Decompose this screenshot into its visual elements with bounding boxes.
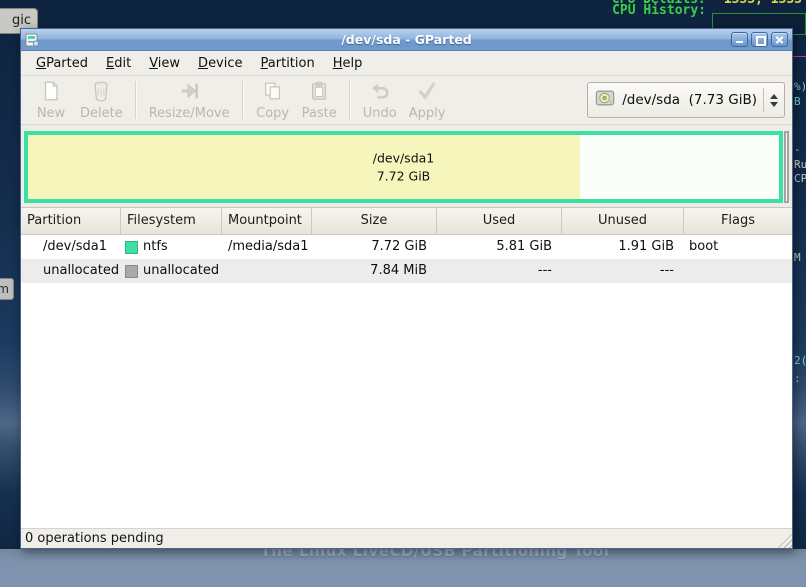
toolbar-separator <box>135 81 137 119</box>
copy-icon <box>262 80 284 106</box>
menu-view[interactable]: View <box>140 53 189 74</box>
new-button[interactable]: New <box>28 79 74 122</box>
maximize-button[interactable] <box>751 32 768 47</box>
window-title: /dev/sda - GParted <box>21 32 792 47</box>
menu-gparted[interactable]: GParted <box>27 53 97 74</box>
wallpaper-caption: The Linux LiveCD/USB Partitioning Tool <box>261 549 610 560</box>
new-button-label: New <box>37 106 65 121</box>
menu-edit[interactable]: Edit <box>97 53 140 74</box>
paste-button-label: Paste <box>302 106 337 121</box>
conky-fragment: Ru <box>794 158 806 171</box>
column-header-filesystem[interactable]: Filesystem <box>121 208 222 234</box>
filesystem-name: ntfs <box>143 235 168 259</box>
cell-filesystem: ntfs <box>121 235 222 259</box>
partition-table: Partition Filesystem Mountpoint Size Use… <box>21 207 792 528</box>
device-selector-spinner <box>763 88 778 112</box>
toolbar-separator <box>349 81 351 119</box>
device-selector[interactable]: /dev/sda (7.73 GiB) <box>587 82 785 118</box>
cell-unused: --- <box>562 259 684 283</box>
wallpaper-band: The Linux LiveCD/USB Partitioning Tool <box>0 549 806 587</box>
conky-fragment: M <box>794 251 801 264</box>
gparted-window: /dev/sda - GParted GParted Edit View Dev… <box>20 28 793 549</box>
table-row[interactable]: unallocated unallocated 7.84 MiB --- --- <box>21 259 792 283</box>
undo-button-label: Undo <box>363 106 397 121</box>
partition-visual-bar[interactable]: /dev/sda1 7.72 GiB <box>24 131 783 203</box>
cell-size: 7.72 GiB <box>312 235 437 259</box>
column-header-mountpoint[interactable]: Mountpoint <box>222 208 312 234</box>
resize-move-icon <box>178 80 200 106</box>
menu-help[interactable]: Help <box>324 53 372 74</box>
menu-device[interactable]: Device <box>189 53 251 74</box>
cell-partition: unallocated <box>21 259 121 283</box>
cell-unused: 1.91 GiB <box>562 235 684 259</box>
conky-fragment: %) <box>794 80 806 93</box>
undo-icon <box>369 80 391 106</box>
undo-button[interactable]: Undo <box>357 79 403 122</box>
cell-used: 5.81 GiB <box>437 235 562 259</box>
cpu-history-label: CPU History: <box>612 3 706 18</box>
cell-filesystem: unallocated <box>121 259 222 283</box>
column-header-flags[interactable]: Flags <box>684 208 792 234</box>
statusbar: 0 operations pending <box>21 528 792 548</box>
conky-fragment: 2( <box>794 354 806 367</box>
cell-mountpoint: /media/sda1 <box>222 235 312 259</box>
background-window-tab-small[interactable]: m <box>0 278 14 300</box>
unallocated-sliver[interactable] <box>784 131 789 203</box>
toolbar-separator <box>242 81 244 119</box>
chevron-down-icon <box>770 102 778 107</box>
partition-visual-area: /dev/sda1 7.72 GiB <box>21 125 792 207</box>
copy-button[interactable]: Copy <box>250 79 296 122</box>
column-header-size[interactable]: Size <box>312 208 437 234</box>
table-row[interactable]: /dev/sda1 ntfs /media/sda1 7.72 GiB 5.81… <box>21 235 792 259</box>
device-selector-value: /dev/sda (7.73 GiB) <box>622 92 757 108</box>
cell-size: 7.84 MiB <box>312 259 437 283</box>
apply-button[interactable]: Apply <box>403 79 452 122</box>
toolbar: New Delete Resize/Move Copy Paste Undo A… <box>21 76 792 125</box>
column-header-unused[interactable]: Unused <box>562 208 684 234</box>
cell-partition: /dev/sda1 <box>21 235 121 259</box>
chevron-up-icon <box>770 94 778 99</box>
partition-visual-name: /dev/sda1 <box>28 150 779 168</box>
apply-button-label: Apply <box>409 106 446 121</box>
minimize-button[interactable] <box>731 32 748 47</box>
conky-fragment: : <box>794 372 801 385</box>
titlebar[interactable]: /dev/sda - GParted <box>21 29 792 51</box>
column-header-partition[interactable]: Partition <box>21 208 121 234</box>
column-header-used[interactable]: Used <box>437 208 562 234</box>
operations-pending-text: 0 operations pending <box>25 531 164 546</box>
cell-used: --- <box>437 259 562 283</box>
new-document-icon <box>40 80 62 106</box>
conky-right-strip: %) B -- Ru CP M 2( : <box>793 0 806 549</box>
table-empty-area <box>21 283 792 528</box>
disk-drive-icon <box>594 87 616 113</box>
delete-button[interactable]: Delete <box>74 79 129 122</box>
cell-flags: boot <box>684 235 792 259</box>
paste-button[interactable]: Paste <box>296 79 343 122</box>
menu-partition[interactable]: Partition <box>252 53 324 74</box>
partition-visual-size: 7.72 GiB <box>28 167 779 185</box>
resize-move-button-label: Resize/Move <box>149 106 230 121</box>
menubar: GParted Edit View Device Partition Help <box>21 51 792 76</box>
close-button[interactable] <box>771 32 788 47</box>
apply-check-icon <box>416 80 438 106</box>
delete-trash-icon <box>90 80 112 106</box>
table-header: Partition Filesystem Mountpoint Size Use… <box>21 208 792 235</box>
conky-partial-values: 1333, 1333 <box>724 0 802 7</box>
window-controls <box>731 32 788 47</box>
filesystem-name: unallocated <box>143 259 219 283</box>
paste-icon <box>308 80 330 106</box>
resize-move-button[interactable]: Resize/Move <box>143 79 236 122</box>
conky-fragment: B <box>794 95 801 108</box>
resize-grip[interactable] <box>777 533 792 548</box>
conky-separator-line <box>793 56 806 57</box>
delete-button-label: Delete <box>80 106 123 121</box>
filesystem-color-swatch <box>125 265 138 278</box>
conky-fragment: CP <box>794 172 806 185</box>
copy-button-label: Copy <box>256 106 289 121</box>
filesystem-color-swatch <box>125 241 138 254</box>
partition-visual-label: /dev/sda1 7.72 GiB <box>28 150 779 185</box>
